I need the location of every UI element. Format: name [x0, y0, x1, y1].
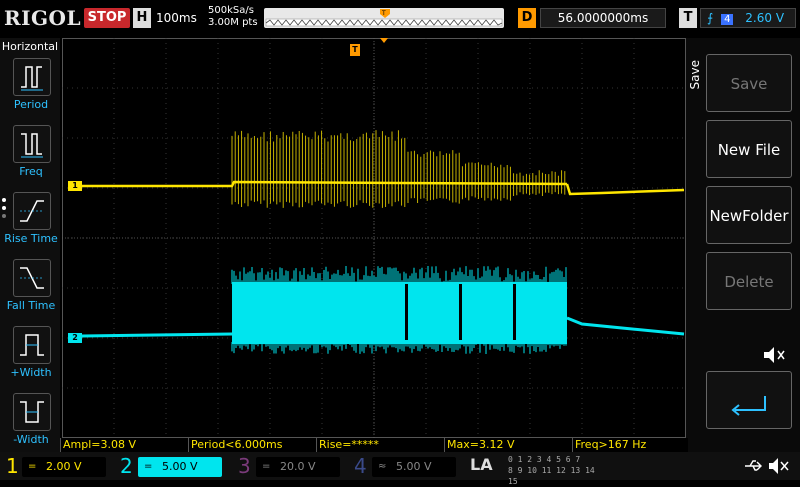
- rising-edge-icon: ⨍: [707, 11, 714, 25]
- trigger-badge[interactable]: T: [679, 8, 697, 28]
- horizontal-badge[interactable]: H: [133, 8, 151, 28]
- channel-2-scale: 5.00 V: [162, 460, 198, 473]
- channel-2-waveform: [81, 266, 685, 354]
- delay-value[interactable]: 56.0000000ms: [540, 8, 666, 28]
- measure-negative-width-label: -Width: [13, 433, 49, 446]
- measure-freq-button[interactable]: Freq: [4, 125, 58, 189]
- trigger-level: 2.60 V: [745, 11, 785, 25]
- waveform-canvas: [62, 38, 686, 438]
- channel-1-scale-box[interactable]: = 2.00 V: [22, 457, 106, 477]
- brand-logo: RIGOL: [4, 6, 82, 30]
- la-bits-row-1: 0 1 2 3 4 5 6 7: [508, 455, 581, 464]
- return-arrow-icon: [731, 396, 766, 416]
- speaker-mute-icon[interactable]: [760, 344, 790, 366]
- fall-time-icon: [13, 259, 51, 297]
- memory-depth: 3.00M pts: [208, 17, 258, 28]
- trigger-position-marker[interactable]: T: [350, 44, 360, 56]
- channel-1-offset-marker[interactable]: 1: [68, 181, 82, 191]
- la-bits-row-2: 8 9 10 11 12 13 14 15: [508, 466, 595, 486]
- channel-3-coupling: =: [262, 461, 271, 472]
- measure-period-button[interactable]: Period: [4, 58, 58, 122]
- measurement-period[interactable]: Period<6.000ms: [188, 438, 316, 452]
- channel-1-scale: 2.00 V: [46, 460, 82, 473]
- save-button[interactable]: Save: [706, 54, 792, 112]
- timebase-value: 100ms: [156, 11, 197, 25]
- menu-title: Horizontal: [1, 40, 59, 53]
- waveform-display[interactable]: [62, 38, 686, 438]
- usb-icon: [742, 456, 764, 476]
- run-stop-indicator[interactable]: STOP: [84, 8, 130, 28]
- new-folder-button[interactable]: NewFolder: [706, 186, 792, 244]
- channel-1-waveform: [82, 130, 685, 208]
- channel-1-coupling: =: [28, 461, 37, 472]
- logic-analyzer-channels[interactable]: 0 1 2 3 4 5 6 7 8 9 10 11 12 13 14 15: [508, 454, 600, 486]
- period-icon: [13, 58, 51, 96]
- channel-4-coupling: ≈: [378, 461, 387, 472]
- measure-positive-width-label: +Width: [10, 366, 52, 379]
- delete-button[interactable]: Delete: [706, 252, 792, 310]
- channel-3-scale: 20.0 V: [280, 460, 316, 473]
- channel-2-coupling: =: [144, 461, 153, 472]
- measurement-max[interactable]: Max=3.12 V: [444, 438, 572, 452]
- channel-4-scale: 5.00 V: [396, 460, 432, 473]
- measure-fall-time-button[interactable]: Fall Time: [4, 259, 58, 323]
- measurement-rise[interactable]: Rise=*****: [316, 438, 444, 452]
- rise-time-icon: [13, 192, 51, 230]
- negative-width-icon: [13, 393, 51, 431]
- channel-4-scale-box[interactable]: ≈ 5.00 V: [372, 457, 456, 477]
- measure-freq-label: Freq: [19, 165, 43, 178]
- trigger-info[interactable]: ⨍ 4 2.60 V: [700, 8, 796, 28]
- measure-rise-time-button[interactable]: Rise Time: [4, 192, 58, 256]
- channel-3-scale-box[interactable]: = 20.0 V: [256, 457, 340, 477]
- memory-overview-wave: T: [265, 9, 503, 27]
- measure-period-label: Period: [13, 98, 49, 111]
- measure-rise-time-label: Rise Time: [4, 232, 58, 245]
- sample-rate: 500kSa/s: [208, 5, 254, 16]
- channel-2-scale-box[interactable]: = 5.00 V: [138, 457, 222, 477]
- trigger-source: 4: [721, 14, 734, 25]
- measurement-ampl[interactable]: Ampl=3.08 V: [60, 438, 188, 452]
- measure-positive-width-button[interactable]: +Width: [4, 326, 58, 390]
- measure-fall-time-label: Fall Time: [6, 299, 56, 312]
- channel-1-number[interactable]: 1: [6, 454, 19, 478]
- channel-2-offset-marker[interactable]: 2: [68, 333, 82, 343]
- channel-4-number[interactable]: 4: [354, 454, 367, 478]
- graticule: [62, 38, 686, 438]
- new-file-button[interactable]: New File: [706, 120, 792, 178]
- memory-waveform-overview[interactable]: T: [264, 8, 504, 28]
- svg-text:T: T: [381, 10, 386, 17]
- delay-badge[interactable]: D: [518, 8, 536, 28]
- freq-icon: [13, 125, 51, 163]
- acquisition-info: 500kSa/s 3.00M pts: [208, 5, 258, 29]
- logic-analyzer-label[interactable]: LA: [470, 455, 493, 474]
- channel-3-number[interactable]: 3: [238, 454, 251, 478]
- return-button[interactable]: [706, 371, 792, 429]
- measure-negative-width-button[interactable]: -Width: [4, 393, 58, 457]
- measurement-freq[interactable]: Freq>167 Hz: [572, 438, 688, 452]
- sound-off-icon[interactable]: [766, 456, 792, 476]
- channel-2-number[interactable]: 2: [120, 454, 133, 478]
- save-menu-tab: Save: [688, 60, 702, 90]
- positive-width-icon: [13, 326, 51, 364]
- trigger-position-arrow: [380, 38, 388, 43]
